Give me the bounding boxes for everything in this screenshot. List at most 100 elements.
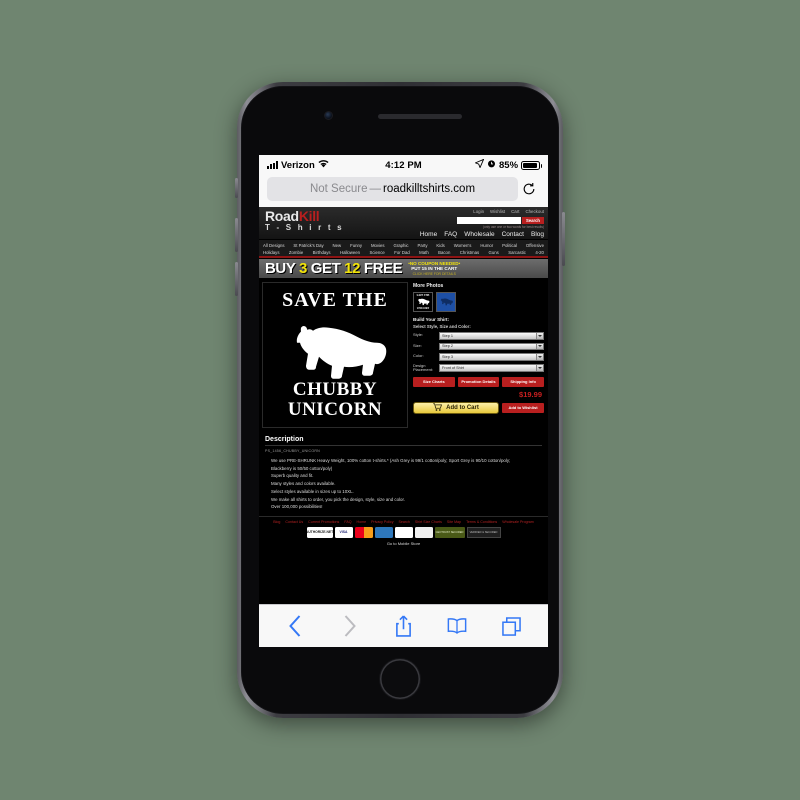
footer-link-blog[interactable]: Blog (273, 520, 280, 524)
promotion-details-button[interactable]: Promotion Details (457, 376, 500, 387)
cat-womens[interactable]: Women's (454, 243, 472, 248)
cat-christmas[interactable]: Christmas (460, 250, 479, 255)
description-line: Select styles available in sizes up to 1… (271, 488, 354, 494)
footer-link-wholesale-program[interactable]: Wholesale Program (502, 520, 534, 524)
site-logo[interactable]: RoadKill T - S h i r t s (265, 209, 344, 232)
shipping-info-button[interactable]: Shipping Info (502, 376, 545, 387)
cat-st-patricks-day[interactable]: St Patrick's Day (293, 243, 323, 248)
description-line: Over 100,000 possibilities! (271, 504, 323, 510)
iphone-device: Verizon 4:12 PM 85% Not Secure — roadkil… (235, 82, 565, 718)
cat-funny[interactable]: Funny (350, 243, 362, 248)
chevron-down-icon (536, 354, 543, 360)
description-section: Description PS_1456_CHUBBY_UNICORN We us… (259, 431, 548, 516)
footer-link-current-promotions[interactable]: Current Promotions (308, 520, 339, 524)
cat-bacon[interactable]: Bacon (438, 250, 450, 255)
volume-down-button[interactable] (235, 262, 238, 296)
power-button[interactable] (562, 212, 565, 266)
back-button[interactable] (281, 611, 311, 641)
add-to-cart-button[interactable]: Add to Cart (413, 401, 499, 414)
footer-link-terms[interactable]: Terms & Conditions (466, 520, 497, 524)
cat-math[interactable]: Math (419, 250, 429, 255)
cat-offensive[interactable]: Offensive (526, 243, 544, 248)
cat-kids[interactable]: Kids (436, 243, 444, 248)
search-area: Search (457, 217, 544, 224)
cat-420[interactable]: 4-20 (535, 250, 544, 255)
product-options-column: More Photos SAVE THE UNICORN Build Your … (411, 279, 548, 431)
tabs-button[interactable] (496, 611, 526, 641)
cat-sarcastic[interactable]: Sarcastic (508, 250, 526, 255)
footer-link-faq[interactable]: FAQ (344, 520, 351, 524)
thumb-bottom-text: UNICORN (416, 307, 430, 310)
select-style[interactable]: Step 1 (439, 332, 544, 340)
footer-link-search[interactable]: Search (399, 520, 410, 524)
cat-for-dad[interactable]: For Dad (394, 250, 410, 255)
go-to-mobile-store-link[interactable]: Go to Mobile Store (263, 541, 544, 546)
volume-up-button[interactable] (235, 218, 238, 252)
select-size[interactable]: Step 2 (439, 342, 544, 350)
add-to-wishlist-button[interactable]: Add to Wishlist (502, 402, 544, 413)
footer-link-shirt-size-charts[interactable]: Shirt Size Charts (415, 520, 442, 524)
address-field[interactable]: Not Secure — roadkilltshirts.com (267, 177, 518, 201)
reload-icon[interactable] (518, 182, 540, 196)
cat-guns[interactable]: Guns (489, 250, 499, 255)
nav-wholesale[interactable]: Wholesale (464, 231, 494, 238)
link-login[interactable]: Login (473, 209, 484, 214)
thumbnail-design-black[interactable]: SAVE THE UNICORN (413, 292, 433, 312)
select-design-placement[interactable]: Front of Shirt (439, 364, 544, 372)
link-wishlist[interactable]: Wishlist (490, 209, 505, 214)
top-bezel (242, 87, 558, 155)
search-button[interactable]: Search (522, 217, 544, 224)
cat-humor[interactable]: Humor (480, 243, 493, 248)
footer-link-contact-us[interactable]: Contact Us (285, 520, 303, 524)
size-charts-button[interactable]: Size Charts (413, 376, 455, 387)
footer-link-home[interactable]: Home (357, 520, 367, 524)
thumbnail-shirt-blue[interactable] (436, 292, 456, 312)
link-checkout[interactable]: Checkout (525, 209, 544, 214)
description-line: Many styles and colors available. (271, 481, 336, 487)
cat-party[interactable]: Party (417, 243, 427, 248)
promo-details: •NO COUPON NEEDED• PUT 15 IN THE CART CL… (408, 261, 460, 277)
forward-button[interactable] (335, 611, 365, 641)
visa-badge: VISA (334, 526, 353, 538)
nav-blog[interactable]: Blog (531, 231, 544, 238)
search-hint: (only use one or two words for best resu… (483, 225, 544, 229)
cat-zombie[interactable]: Zombie (289, 250, 303, 255)
home-button[interactable] (380, 659, 420, 699)
cat-political[interactable]: Political (502, 243, 517, 248)
chevron-down-icon (536, 343, 543, 349)
thumbnail-list: SAVE THE UNICORN (413, 292, 544, 312)
footer-link-site-map[interactable]: Site Map (447, 520, 461, 524)
search-input[interactable] (457, 217, 521, 224)
nav-contact[interactable]: Contact (502, 231, 524, 238)
category-row-2: Holidays Zombie Birthdays Halloween Scie… (263, 249, 544, 256)
promo-banner[interactable]: BUY 3 GET 12 FREE •NO COUPON NEEDED• PUT… (259, 258, 548, 279)
webpage-viewport[interactable]: RoadKill T - S h i r t s Login Wishlist … (259, 207, 548, 604)
promo-click-details[interactable]: CLICK HERE FOR DETAILS (408, 272, 460, 276)
main-navigation: Home FAQ Wholesale Contact Blog (420, 231, 544, 238)
cat-graphic[interactable]: Graphic (394, 243, 409, 248)
select-placement-value: Front of Shirt (442, 366, 464, 371)
footer-link-privacy-policy[interactable]: Privacy Policy (371, 520, 393, 524)
category-row-1: All Designs St Patrick's Day New Funny M… (263, 242, 544, 249)
silent-switch[interactable] (235, 178, 238, 198)
phone-body: Verizon 4:12 PM 85% Not Secure — roadkil… (241, 86, 559, 714)
cat-birthdays[interactable]: Birthdays (313, 250, 331, 255)
share-button[interactable] (388, 611, 418, 641)
cat-science[interactable]: Science (370, 250, 385, 255)
nav-home[interactable]: Home (420, 231, 437, 238)
label-color: Color: (413, 353, 424, 359)
cat-all-designs[interactable]: All Designs (263, 243, 285, 248)
cat-holidays[interactable]: Holidays (263, 250, 279, 255)
link-cart[interactable]: Cart (511, 209, 519, 214)
cat-movies[interactable]: Movies (371, 243, 385, 248)
select-style-value: Step 1 (442, 333, 453, 338)
description-line: Superb quality and fit. (271, 473, 314, 479)
select-color[interactable]: Step 3 (439, 353, 544, 361)
cat-new[interactable]: New (333, 243, 342, 248)
bookmarks-button[interactable] (442, 611, 472, 641)
description-line: We use PRE-SHRUNK Heavy Weight, 100% cot… (271, 458, 511, 463)
cat-halloween[interactable]: Halloween (340, 250, 360, 255)
nav-faq[interactable]: FAQ (444, 231, 457, 238)
product-main-image[interactable]: SAVE THE CHUBBY UNICORN (262, 282, 408, 428)
security-label: Not Secure (309, 183, 368, 195)
